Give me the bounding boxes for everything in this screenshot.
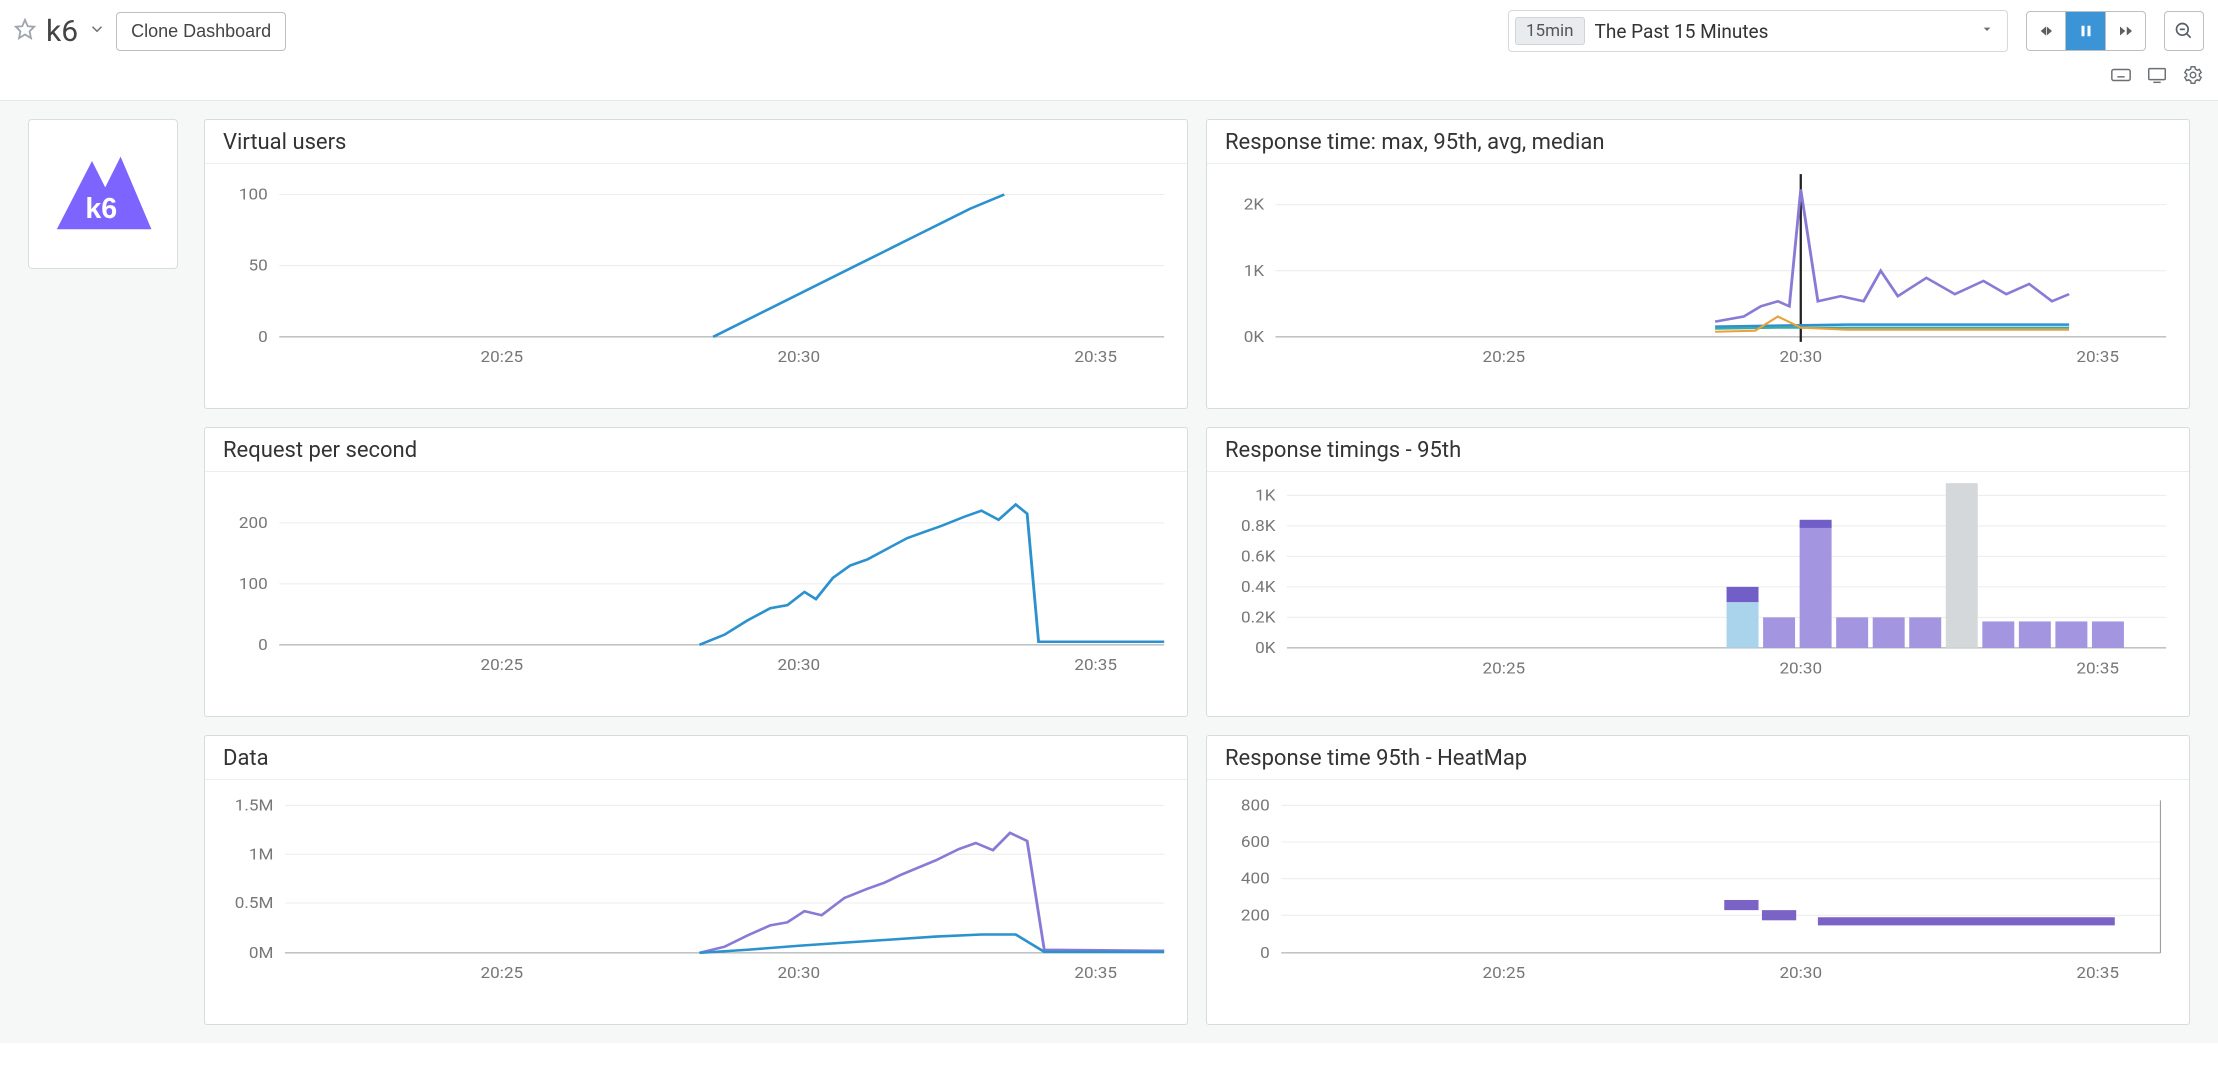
svg-text:20:30: 20:30 <box>1779 964 1822 982</box>
svg-text:400: 400 <box>1241 870 1270 888</box>
step-forward-button[interactable] <box>2106 11 2146 51</box>
svg-text:20:35: 20:35 <box>2076 348 2119 366</box>
time-range-badge: 15min <box>1515 17 1585 45</box>
svg-text:0: 0 <box>258 328 268 346</box>
svg-text:1M: 1M <box>249 845 274 863</box>
dashboard-body: k6 Virtual users 100 50 0 20:25 20:30 20… <box>0 101 2218 1043</box>
svg-text:20:25: 20:25 <box>1483 964 1526 982</box>
panel-body: 800 600 400 200 0 20:25 20:30 20:35 <box>1207 780 2189 1024</box>
svg-text:100: 100 <box>239 185 268 203</box>
svg-text:0.2K: 0.2K <box>1241 608 1276 626</box>
svg-text:200: 200 <box>239 514 268 532</box>
chevron-down-icon[interactable] <box>88 20 106 42</box>
svg-text:20:35: 20:35 <box>2076 964 2119 982</box>
svg-text:20:35: 20:35 <box>1074 656 1117 674</box>
svg-text:20:25: 20:25 <box>481 964 524 982</box>
secondary-toolbar <box>0 58 2218 100</box>
svg-text:20:30: 20:30 <box>1779 348 1822 366</box>
svg-text:0.6K: 0.6K <box>1241 547 1276 565</box>
panel-response-time-95th-heatmap[interactable]: Response time 95th - HeatMap 800 600 400… <box>1206 735 2190 1025</box>
pause-button[interactable] <box>2066 11 2106 51</box>
svg-text:1K: 1K <box>1255 486 1276 504</box>
svg-text:20:35: 20:35 <box>2076 659 2119 677</box>
star-icon[interactable] <box>14 18 36 44</box>
toolbar: k6 Clone Dashboard 15min The Past 15 Min… <box>0 0 2218 58</box>
svg-text:20:30: 20:30 <box>777 656 820 674</box>
svg-text:1.5M: 1.5M <box>235 796 274 814</box>
panel-title: Virtual users <box>205 120 1187 164</box>
keyboard-icon[interactable] <box>2110 64 2132 90</box>
svg-text:20:35: 20:35 <box>1074 348 1117 366</box>
svg-text:0.5M: 0.5M <box>235 894 274 912</box>
time-range-label: The Past 15 Minutes <box>1595 20 1969 43</box>
svg-text:50: 50 <box>249 257 268 275</box>
svg-text:k6: k6 <box>85 193 117 225</box>
svg-text:600: 600 <box>1241 833 1270 851</box>
svg-text:20:25: 20:25 <box>481 348 524 366</box>
panel-body: 2K 1K 0K 20:25 20:30 20:35 <box>1207 164 2189 408</box>
playback-controls <box>2026 11 2146 51</box>
panel-title: Response timings - 95th <box>1207 428 2189 472</box>
svg-text:20:25: 20:25 <box>481 656 524 674</box>
dashboard-title[interactable]: k6 <box>46 14 78 49</box>
k6-logo: k6 <box>28 119 178 269</box>
panel-body: 1.5M 1M 0.5M 0M 20:25 20:30 20:35 <box>205 780 1187 1024</box>
step-back-button[interactable] <box>2026 11 2066 51</box>
svg-text:0K: 0K <box>1244 328 1265 346</box>
panel-request-per-second[interactable]: Request per second 200 100 0 20:25 20:30… <box>204 427 1188 717</box>
svg-text:2K: 2K <box>1244 196 1265 214</box>
svg-text:100: 100 <box>239 575 268 593</box>
time-range-picker[interactable]: 15min The Past 15 Minutes <box>1508 10 2008 52</box>
panel-title: Response time: max, 95th, avg, median <box>1207 120 2189 164</box>
svg-text:20:30: 20:30 <box>777 348 820 366</box>
tv-icon[interactable] <box>2146 64 2168 90</box>
caret-down-icon <box>1979 21 1995 41</box>
svg-text:0: 0 <box>258 636 268 654</box>
svg-text:20:25: 20:25 <box>1483 348 1526 366</box>
panel-response-timings-95th[interactable]: Response timings - 95th 1K 0.8K 0.6K 0.4… <box>1206 427 2190 717</box>
panel-body: 100 50 0 20:25 20:30 20:35 <box>205 164 1187 408</box>
svg-text:0: 0 <box>1260 944 1270 962</box>
svg-text:800: 800 <box>1241 796 1270 814</box>
panel-response-time[interactable]: Response time: max, 95th, avg, median 2K… <box>1206 119 2190 409</box>
panel-virtual-users[interactable]: Virtual users 100 50 0 20:25 20:30 20:35 <box>204 119 1188 409</box>
panel-grid: Virtual users 100 50 0 20:25 20:30 20:35… <box>204 119 2190 1025</box>
svg-text:20:30: 20:30 <box>777 964 820 982</box>
panel-body: 1K 0.8K 0.6K 0.4K 0.2K 0K 20:25 20:30 20… <box>1207 472 2189 716</box>
panel-data[interactable]: Data 1.5M 1M 0.5M 0M 20:25 20:30 20:35 <box>204 735 1188 1025</box>
zoom-out-button[interactable] <box>2164 11 2204 51</box>
svg-text:200: 200 <box>1241 906 1270 924</box>
svg-text:0.8K: 0.8K <box>1241 517 1276 535</box>
svg-text:20:35: 20:35 <box>1074 964 1117 982</box>
svg-text:0K: 0K <box>1255 639 1276 657</box>
svg-text:20:30: 20:30 <box>1779 659 1822 677</box>
panel-title: Response time 95th - HeatMap <box>1207 736 2189 780</box>
panel-title: Data <box>205 736 1187 780</box>
panel-body: 200 100 0 20:25 20:30 20:35 <box>205 472 1187 716</box>
svg-text:0M: 0M <box>249 944 274 962</box>
clone-dashboard-button[interactable]: Clone Dashboard <box>116 12 286 51</box>
gear-icon[interactable] <box>2182 64 2204 90</box>
svg-text:20:25: 20:25 <box>1483 659 1526 677</box>
panel-title: Request per second <box>205 428 1187 472</box>
svg-text:1K: 1K <box>1244 262 1265 280</box>
svg-text:0.4K: 0.4K <box>1241 578 1276 596</box>
